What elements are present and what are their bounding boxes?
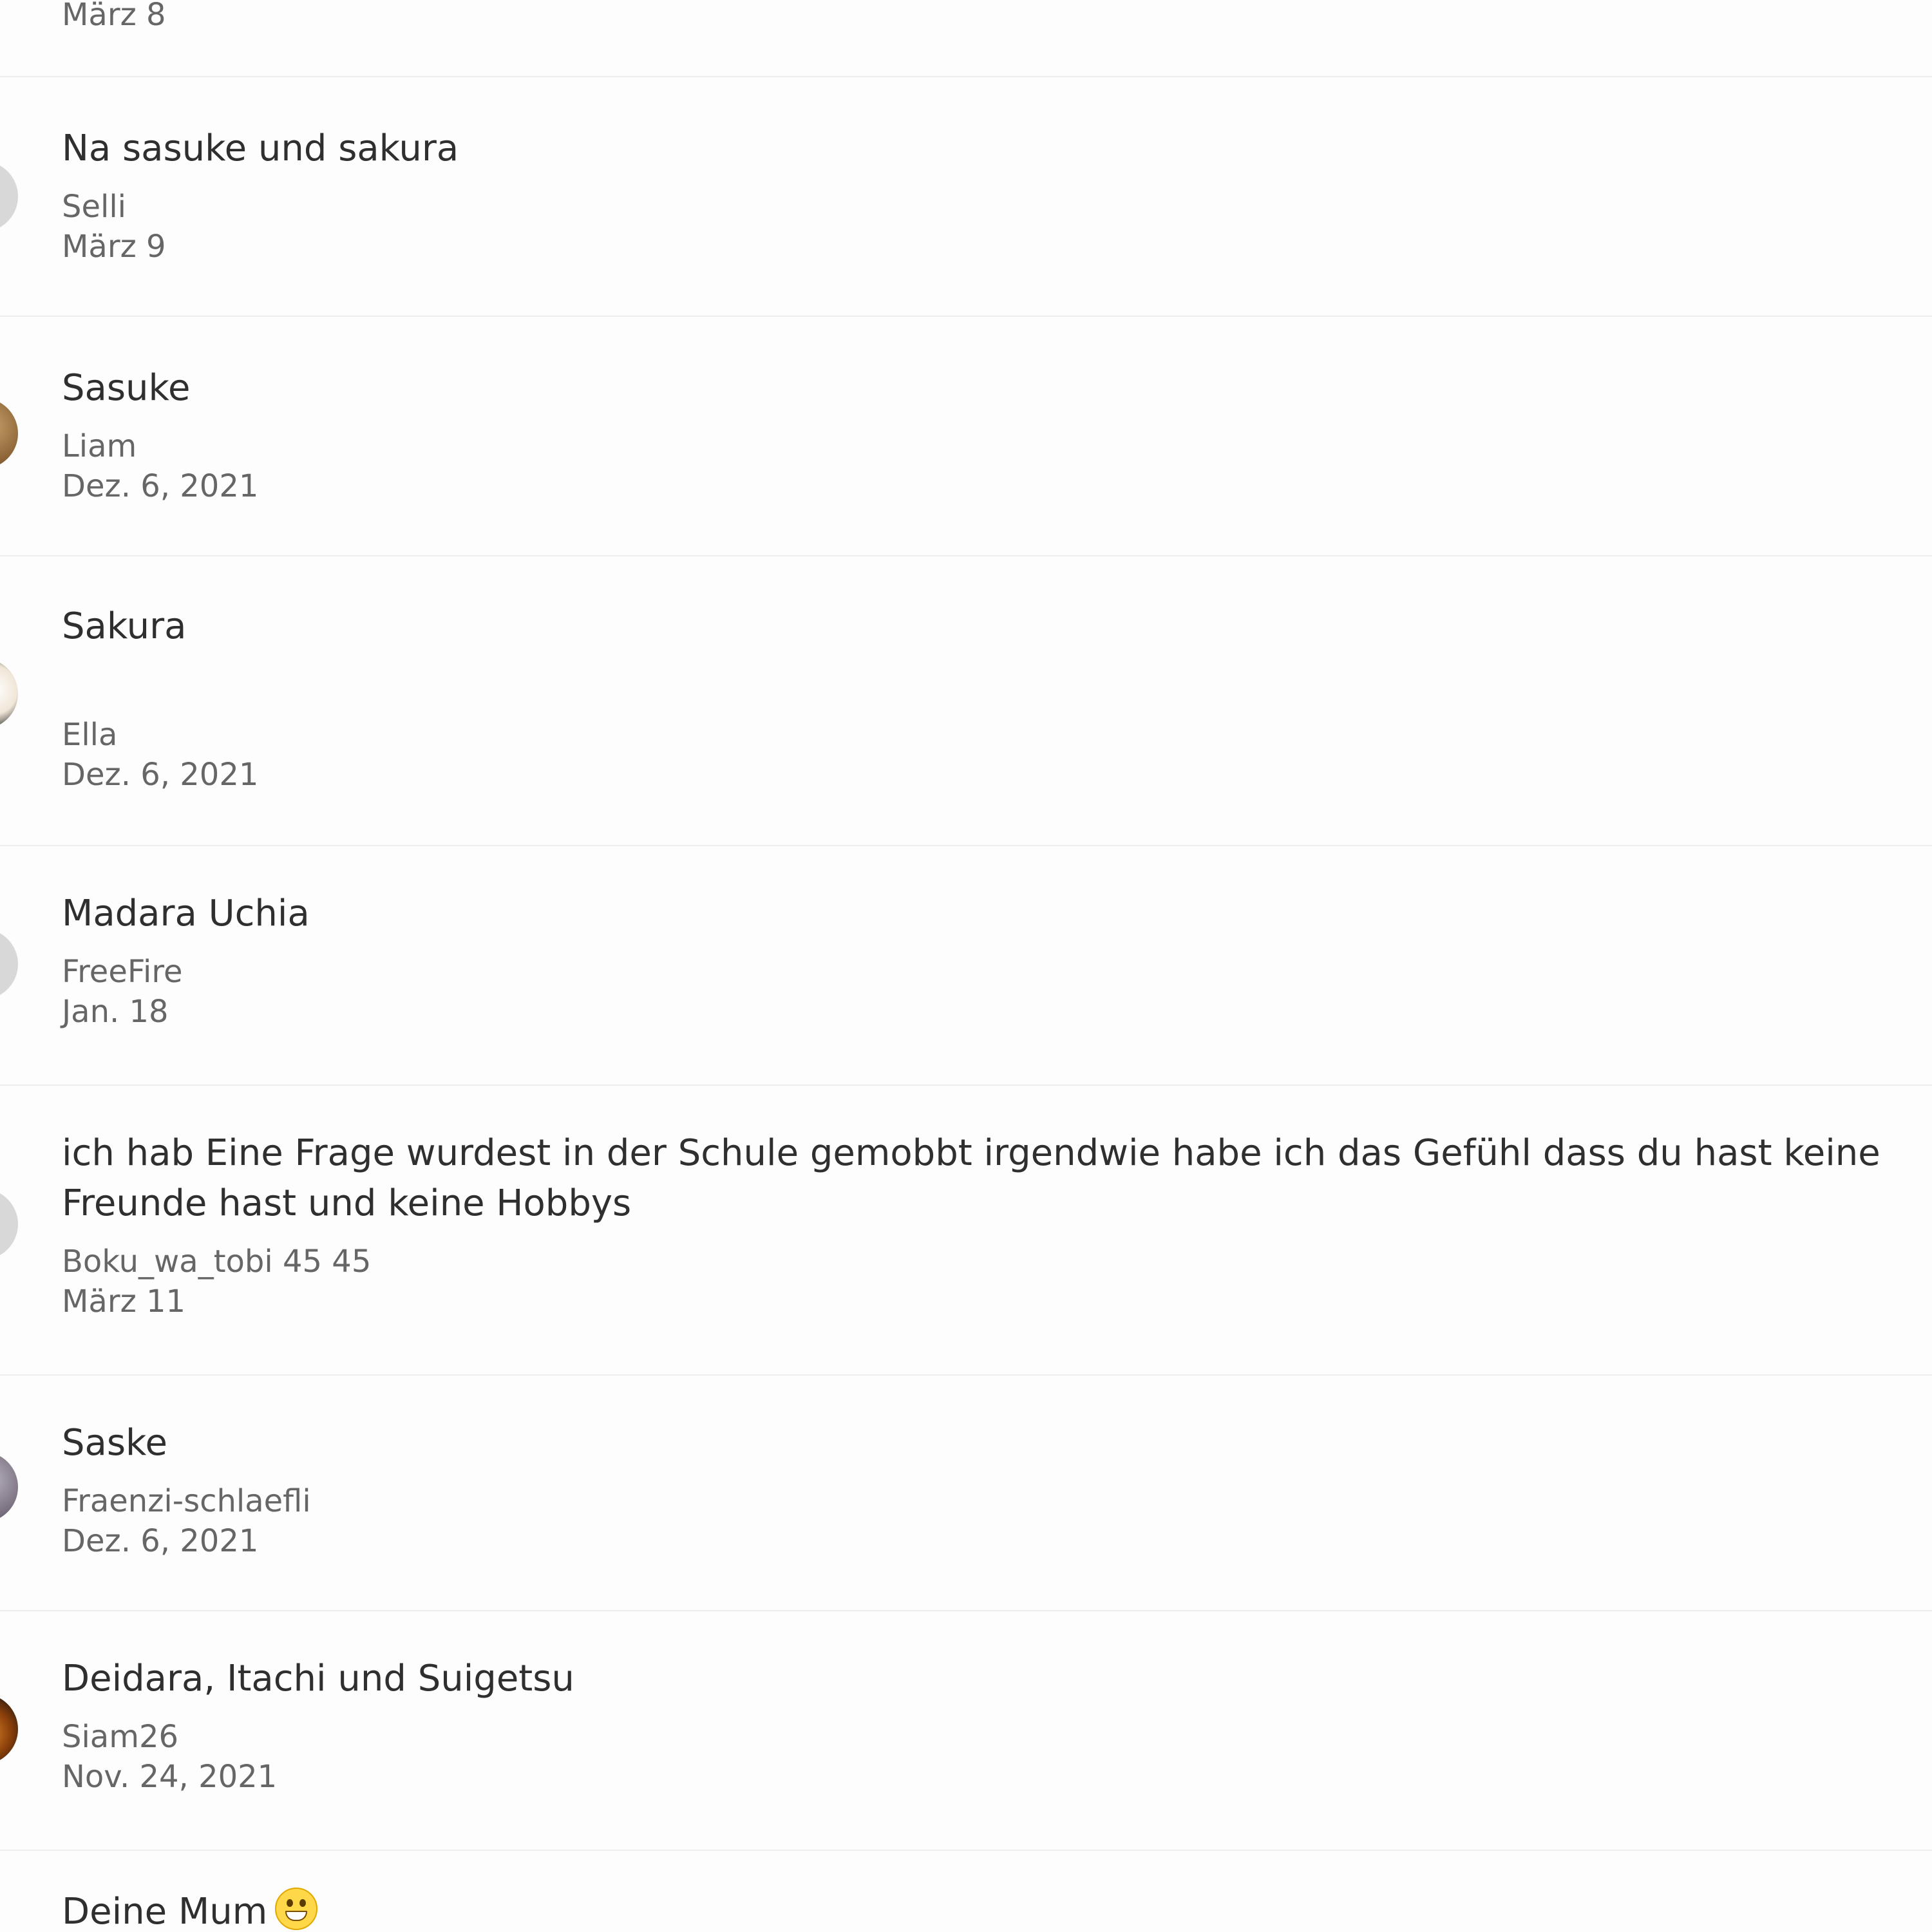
comment-title[interactable]: ich hab Eine Frage wurdest in der Schule… bbox=[62, 1128, 1880, 1229]
avatar[interactable] bbox=[0, 161, 18, 232]
comment-author[interactable]: Liam bbox=[62, 426, 1880, 466]
comment-title[interactable]: Deine Mum bbox=[62, 1887, 1880, 1932]
list-item[interactable]: Deidara, Itachi und Suigetsu Siam26 Nov.… bbox=[0, 1611, 1932, 1851]
comment-title[interactable]: Sakura bbox=[62, 601, 1880, 652]
list-item[interactable]: Madara Uchia FreeFire Jan. 18 bbox=[0, 846, 1932, 1086]
list-item[interactable]: Saske Fraenzi-schlaefli Dez. 6, 2021 bbox=[0, 1376, 1932, 1611]
comment-list: März 8 Na sasuke und sakura Selli März 9… bbox=[0, 0, 1932, 1932]
avatar[interactable] bbox=[0, 398, 18, 469]
avatar[interactable] bbox=[0, 1189, 18, 1260]
comment-author[interactable]: Boku_wa_tobi 45 45 bbox=[62, 1242, 1880, 1282]
comment-date: Dez. 6, 2021 bbox=[62, 468, 259, 504]
avatar[interactable] bbox=[0, 1452, 18, 1522]
comment-author[interactable]: Selli bbox=[62, 187, 1880, 227]
comment-date: März 9 bbox=[62, 229, 166, 265]
comment-title-text: Deine Mum bbox=[62, 1891, 268, 1932]
list-item[interactable]: ich hab Eine Frage wurdest in der Schule… bbox=[0, 1086, 1932, 1376]
comment-author[interactable]: Ella bbox=[62, 715, 1880, 755]
comment-date: März 11 bbox=[62, 1283, 186, 1320]
comment-author[interactable]: Siam26 bbox=[62, 1717, 1880, 1757]
list-item[interactable]: Sasuke Liam Dez. 6, 2021 bbox=[0, 317, 1932, 556]
avatar[interactable] bbox=[0, 929, 18, 999]
comment-title[interactable]: Madara Uchia bbox=[62, 889, 1880, 939]
comment-date: Dez. 6, 2021 bbox=[62, 1523, 259, 1559]
comment-author[interactable]: FreeFire bbox=[62, 952, 1880, 992]
comment-date: Jan. 18 bbox=[62, 994, 169, 1030]
avatar[interactable] bbox=[0, 658, 18, 729]
comment-date: Nov. 24, 2021 bbox=[62, 1759, 278, 1795]
comment-title[interactable]: Deidara, Itachi und Suigetsu bbox=[62, 1654, 1880, 1704]
avatar[interactable] bbox=[0, 1694, 18, 1765]
comment-date: Dez. 6, 2021 bbox=[62, 757, 259, 793]
comment-title[interactable]: Sasuke bbox=[62, 363, 1880, 413]
comment-author[interactable]: Fraenzi-schlaefli bbox=[62, 1481, 1880, 1521]
comment-title[interactable]: Na sasuke und sakura bbox=[62, 124, 1880, 174]
grinning-face-icon bbox=[275, 1888, 318, 1930]
list-item[interactable]: Sakura Ella Dez. 6, 2021 bbox=[0, 556, 1932, 846]
list-item[interactable]: März 8 bbox=[0, 0, 1932, 77]
list-item[interactable]: Na sasuke und sakura Selli März 9 bbox=[0, 77, 1932, 317]
list-item[interactable]: Deine Mum bbox=[0, 1851, 1932, 1932]
comment-date: März 8 bbox=[62, 0, 166, 33]
comment-title[interactable]: Saske bbox=[62, 1418, 1880, 1468]
